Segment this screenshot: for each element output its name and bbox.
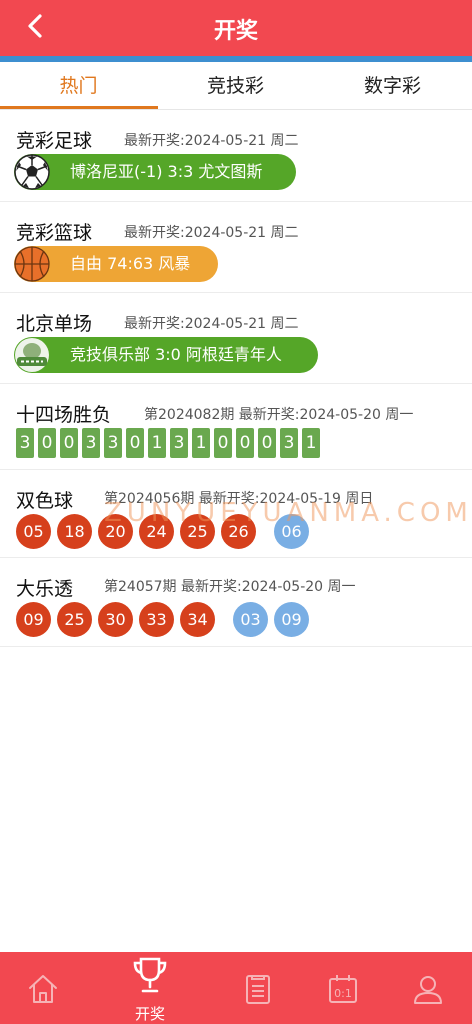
clipboard-icon bbox=[246, 975, 270, 1004]
red-ball: 33 bbox=[139, 602, 174, 637]
red-ball: 34 bbox=[180, 602, 215, 637]
match-result: 自由 74:63 风暴 bbox=[70, 254, 191, 273]
blue-ball: 03 bbox=[233, 602, 268, 637]
result-digit: 1 bbox=[302, 428, 320, 458]
bottom-nav: 开奖 0:1 bbox=[0, 952, 472, 1024]
lottery-item-beijing-single[interactable]: 北京单场 最新开奖:2024-05-21 周二 竞技俱乐部 3:0 阿根廷青年人 bbox=[0, 293, 472, 384]
result-digit: 0 bbox=[60, 428, 78, 458]
tab-competitive[interactable]: 竞技彩 bbox=[157, 62, 314, 110]
basketball-icon bbox=[14, 246, 50, 282]
result-digit: 0 bbox=[214, 428, 232, 458]
draw-date: 最新开奖:2024-05-21 周二 bbox=[124, 133, 299, 149]
match-result: 竞技俱乐部 3:0 阿根廷青年人 bbox=[70, 345, 282, 364]
match-result-pill: 博洛尼亚(-1) 3:3 尤文图斯 bbox=[14, 154, 296, 190]
match-result-pill: 竞技俱乐部 3:0 阿根廷青年人 bbox=[14, 337, 318, 373]
draw-info: 第24057期 最新开奖:2024-05-20 周一 bbox=[104, 579, 356, 595]
red-ball: 05 bbox=[16, 514, 51, 549]
tab-hot[interactable]: 热门 bbox=[0, 62, 157, 110]
draw-info: 第2024056期 最新开奖:2024-05-19 周日 bbox=[104, 491, 374, 507]
lottery-name: 北京单场 bbox=[16, 313, 93, 335]
result-digit: 3 bbox=[280, 428, 298, 458]
draw-date: 最新开奖:2024-05-21 周二 bbox=[124, 316, 299, 332]
lottery-item-daletou[interactable]: 大乐透 第24057期 最新开奖:2024-05-20 周一 09 25 30 … bbox=[0, 558, 472, 647]
match-result-pill: 自由 74:63 风暴 bbox=[14, 246, 218, 282]
result-digit: 3 bbox=[104, 428, 122, 458]
result-digits: 3 0 0 3 3 0 1 3 1 0 0 0 3 1 bbox=[16, 428, 320, 458]
result-digit: 0 bbox=[236, 428, 254, 458]
nav-label: 开奖 bbox=[134, 1005, 165, 1023]
tab-bar: 热门 竞技彩 数字彩 bbox=[0, 62, 472, 110]
app-header: 开奖 bbox=[0, 0, 472, 56]
red-ball: 09 bbox=[16, 602, 51, 637]
result-digit: 0 bbox=[258, 428, 276, 458]
red-ball: 20 bbox=[98, 514, 133, 549]
result-digit: 0 bbox=[126, 428, 144, 458]
lottery-name: 大乐透 bbox=[16, 578, 74, 600]
home-icon bbox=[29, 975, 57, 1003]
tab-digital[interactable]: 数字彩 bbox=[314, 62, 471, 110]
match-result: 博洛尼亚(-1) 3:3 尤文图斯 bbox=[70, 162, 263, 181]
lottery-item-14-match[interactable]: 十四场胜负 第2024082期 最新开奖:2024-05-20 周一 3 0 0… bbox=[0, 384, 472, 470]
red-ball: 30 bbox=[98, 602, 133, 637]
winning-balls: 09 25 30 33 34 03 09 bbox=[16, 602, 309, 637]
nav-orders[interactable] bbox=[228, 952, 288, 1024]
page-title: 开奖 bbox=[213, 19, 258, 44]
draw-date: 最新开奖:2024-05-21 周二 bbox=[124, 225, 299, 241]
user-icon bbox=[414, 976, 442, 1004]
result-digit: 3 bbox=[170, 428, 188, 458]
nav-profile[interactable] bbox=[398, 952, 458, 1024]
result-digit: 0 bbox=[38, 428, 56, 458]
nav-home[interactable] bbox=[13, 952, 73, 1024]
result-digit: 1 bbox=[192, 428, 210, 458]
lottery-item-basketball[interactable]: 竞彩篮球 最新开奖:2024-05-21 周二 自由 74:63 风暴 bbox=[0, 202, 472, 293]
winning-balls: 05 18 20 24 25 26 06 bbox=[16, 514, 309, 549]
lottery-item-shuangseqiu[interactable]: 双色球 第2024056期 最新开奖:2024-05-19 周日 05 18 2… bbox=[0, 470, 472, 558]
beijing-single-logo-icon bbox=[15, 338, 49, 372]
lottery-item-football[interactable]: 竞彩足球 最新开奖:2024-05-21 周二 博洛尼亚(-1) 3:3 尤文图… bbox=[0, 110, 472, 202]
trophy-icon bbox=[133, 957, 167, 993]
lottery-name: 竞彩篮球 bbox=[16, 222, 93, 244]
nav-live-scores[interactable]: 0:1 bbox=[313, 952, 373, 1024]
red-ball: 26 bbox=[221, 514, 256, 549]
result-digit: 3 bbox=[82, 428, 100, 458]
svg-text:0:1: 0:1 bbox=[334, 987, 352, 1000]
active-tab-indicator bbox=[0, 106, 158, 109]
draw-info: 第2024082期 最新开奖:2024-05-20 周一 bbox=[144, 407, 414, 423]
scoreboard-icon: 0:1 bbox=[329, 975, 357, 1003]
blue-ball: 06 bbox=[274, 514, 309, 549]
lottery-name: 竞彩足球 bbox=[16, 130, 93, 152]
blue-ball: 09 bbox=[274, 602, 309, 637]
nav-lottery-results[interactable]: 开奖 bbox=[120, 952, 180, 1024]
soccer-ball-icon bbox=[14, 154, 50, 190]
lottery-name: 十四场胜负 bbox=[16, 404, 112, 426]
result-digit: 1 bbox=[148, 428, 166, 458]
red-ball: 25 bbox=[180, 514, 215, 549]
result-digit: 3 bbox=[16, 428, 34, 458]
red-ball: 25 bbox=[57, 602, 92, 637]
red-ball: 18 bbox=[57, 514, 92, 549]
red-ball: 24 bbox=[139, 514, 174, 549]
lottery-name: 双色球 bbox=[16, 490, 74, 512]
